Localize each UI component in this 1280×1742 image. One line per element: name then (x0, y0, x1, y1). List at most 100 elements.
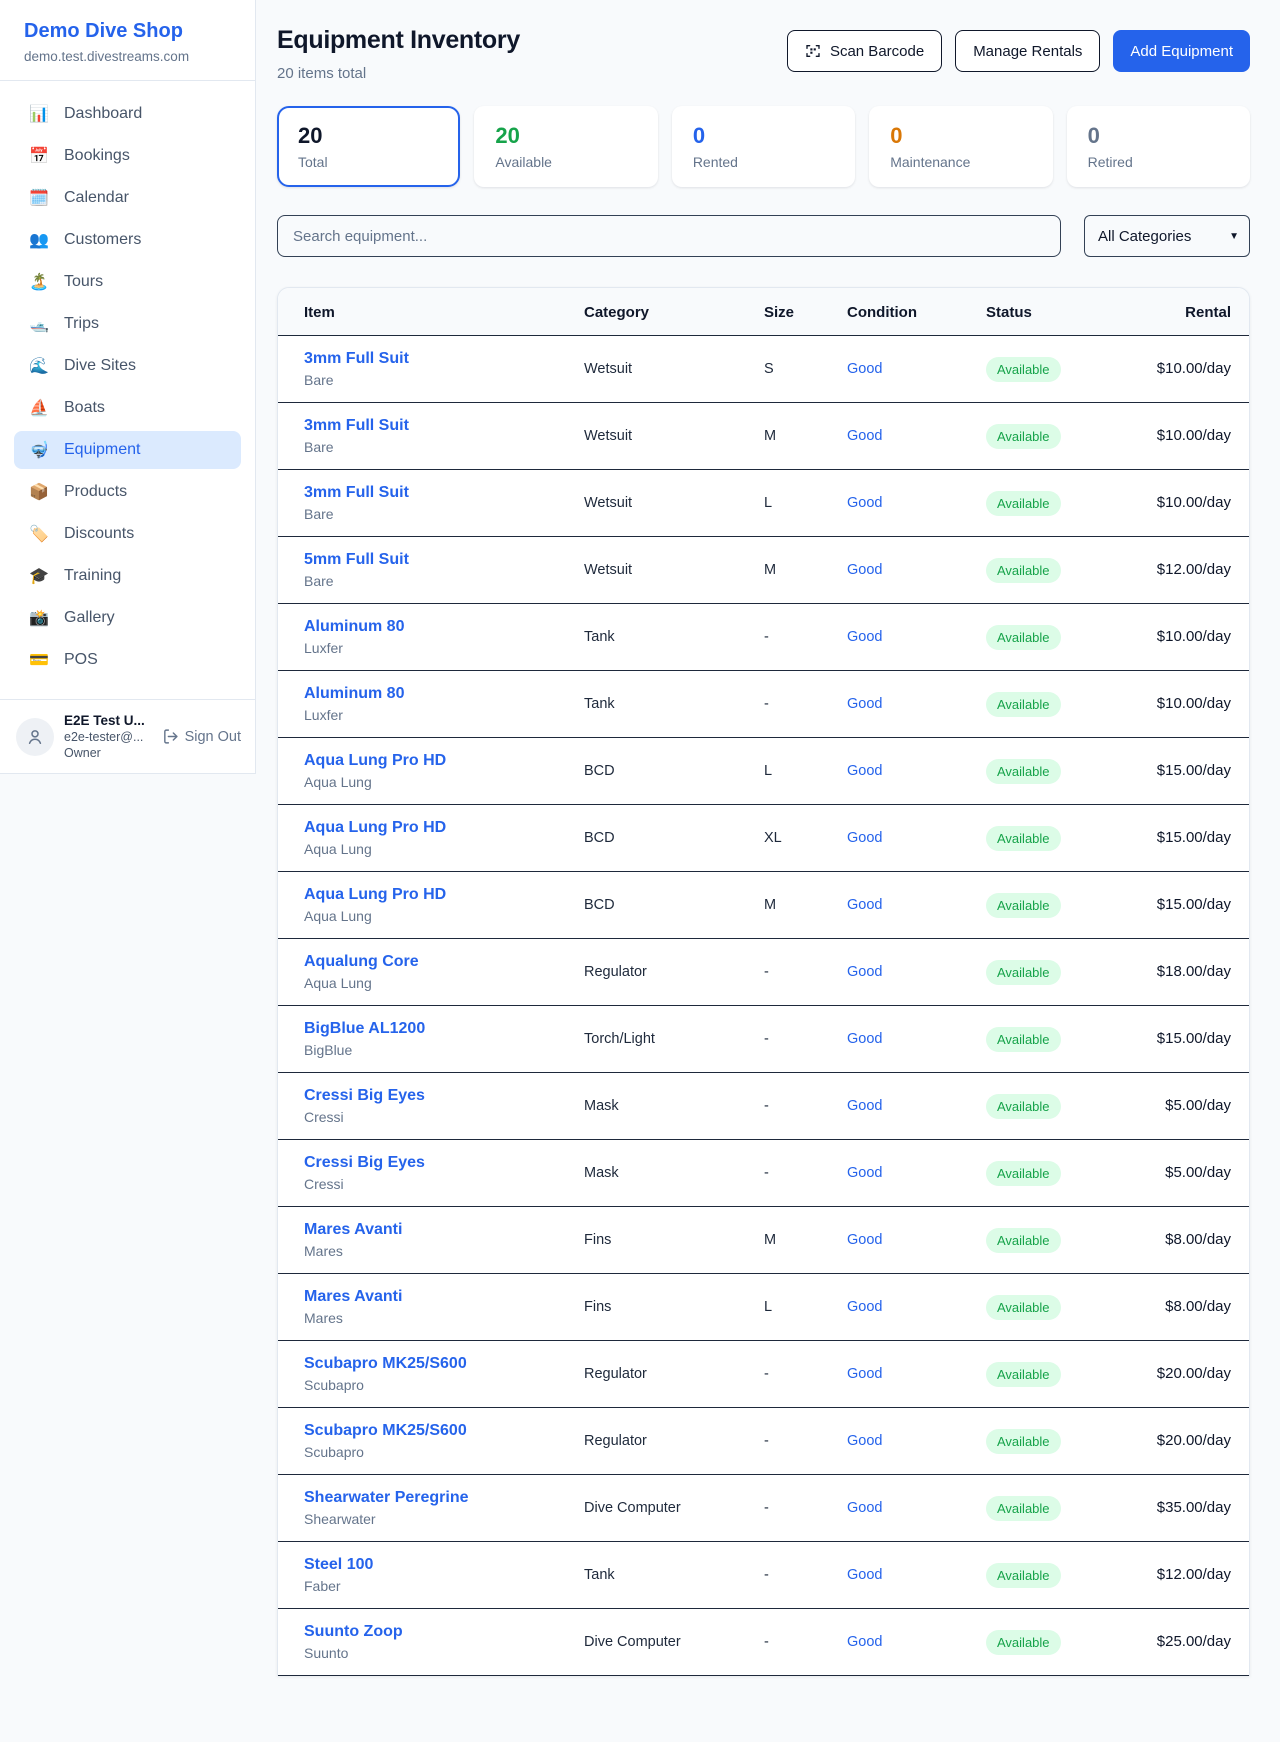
sidebar-item-dashboard[interactable]: 📊 Dashboard (14, 95, 241, 133)
item-rental-price: $25.00/day (1157, 1633, 1231, 1650)
sidebar-item-calendar[interactable]: 🗓️ Calendar (14, 179, 241, 217)
header-actions: Scan Barcode Manage Rentals Add Equipmen… (787, 30, 1250, 72)
user-name: E2E Test U... (64, 713, 145, 728)
item-name-link[interactable]: Mares Avanti (304, 1288, 584, 1306)
spiral-calendar-icon: 🗓️ (28, 190, 50, 206)
table-row: Aluminum 80 Luxfer Tank - Good Available… (278, 671, 1249, 738)
sailboat-icon: ⛵ (28, 400, 50, 416)
item-brand: Cressi (304, 1109, 584, 1125)
status-badge: Available (986, 625, 1061, 650)
item-name-link[interactable]: 3mm Full Suit (304, 417, 584, 435)
sidebar-item-dive-sites[interactable]: 🌊 Dive Sites (14, 347, 241, 385)
sidebar-item-customers[interactable]: 👥 Customers (14, 221, 241, 259)
sidebar-item-products[interactable]: 📦 Products (14, 473, 241, 511)
item-condition-link[interactable]: Good (847, 1098, 882, 1114)
item-name-link[interactable]: 3mm Full Suit (304, 484, 584, 502)
status-badge: Available (986, 1161, 1061, 1186)
bar-chart-icon: 📊 (28, 106, 50, 122)
sidebar-item-bookings[interactable]: 📅 Bookings (14, 137, 241, 175)
item-condition-link[interactable]: Good (847, 629, 882, 645)
item-condition-link[interactable]: Good (847, 428, 882, 444)
item-brand: BigBlue (304, 1042, 584, 1058)
item-condition-link[interactable]: Good (847, 1567, 882, 1583)
item-name-link[interactable]: Suunto Zoop (304, 1623, 584, 1641)
item-name-link[interactable]: BigBlue AL1200 (304, 1020, 584, 1038)
table-row: 3mm Full Suit Bare Wetsuit L Good Availa… (278, 470, 1249, 537)
table-row: Suunto Zoop Suunto Dive Computer - Good … (278, 1609, 1249, 1676)
item-name-link[interactable]: 3mm Full Suit (304, 350, 584, 368)
item-condition-link[interactable]: Good (847, 1031, 882, 1047)
stat-card-maintenance[interactable]: 0 Maintenance (869, 106, 1052, 187)
item-condition-link[interactable]: Good (847, 964, 882, 980)
item-name-link[interactable]: Aqua Lung Pro HD (304, 819, 584, 837)
scan-barcode-button[interactable]: Scan Barcode (787, 30, 942, 72)
item-size: M (764, 428, 776, 444)
item-condition-link[interactable]: Good (847, 361, 882, 377)
app-layout: Demo Dive Shop demo.test.divestreams.com… (0, 0, 1280, 1676)
item-condition-link[interactable]: Good (847, 696, 882, 712)
add-equipment-button[interactable]: Add Equipment (1113, 30, 1250, 72)
sidebar-item-training[interactable]: 🎓 Training (14, 557, 241, 595)
item-name-link[interactable]: Shearwater Peregrine (304, 1489, 584, 1507)
item-category: Tank (584, 696, 615, 712)
stat-label: Available (495, 154, 636, 170)
item-size: L (764, 763, 772, 779)
item-condition-link[interactable]: Good (847, 763, 882, 779)
status-badge: Available (986, 1630, 1061, 1655)
manage-rentals-button[interactable]: Manage Rentals (955, 30, 1100, 72)
item-condition-link[interactable]: Good (847, 1634, 882, 1650)
category-select[interactable]: All Categories ▼ (1084, 215, 1250, 257)
item-condition-link[interactable]: Good (847, 1232, 882, 1248)
sidebar-item-discounts[interactable]: 🏷️ Discounts (14, 515, 241, 553)
search-input[interactable] (277, 215, 1061, 257)
item-name-link[interactable]: Steel 100 (304, 1556, 584, 1574)
item-name-link[interactable]: Aluminum 80 (304, 685, 584, 703)
table-header-row: Item Category Size Condition Status Rent… (278, 288, 1249, 336)
item-name-link[interactable]: Aluminum 80 (304, 618, 584, 636)
sidebar-item-pos[interactable]: 💳 POS (14, 641, 241, 679)
item-category: Regulator (584, 1366, 647, 1382)
sidebar-item-gallery[interactable]: 📸 Gallery (14, 599, 241, 637)
status-badge: Available (986, 692, 1061, 717)
sidebar-item-tours[interactable]: 🏝️ Tours (14, 263, 241, 301)
item-condition-link[interactable]: Good (847, 495, 882, 511)
sidebar-item-trips[interactable]: 🛥️ Trips (14, 305, 241, 343)
item-condition-link[interactable]: Good (847, 897, 882, 913)
table-row: Aluminum 80 Luxfer Tank - Good Available… (278, 604, 1249, 671)
sidebar-nav: 📊 Dashboard 📅 Bookings 🗓️ Calendar 👥 Cus… (0, 81, 255, 699)
sign-out-button[interactable]: Sign Out (162, 728, 241, 745)
item-name-link[interactable]: Aqualung Core (304, 953, 584, 971)
item-name-link[interactable]: Scubapro MK25/S600 (304, 1355, 584, 1373)
stat-card-available[interactable]: 20 Available (474, 106, 657, 187)
item-condition-link[interactable]: Good (847, 1165, 882, 1181)
table-row: Scubapro MK25/S600 Scubapro Regulator - … (278, 1341, 1249, 1408)
item-name-link[interactable]: 5mm Full Suit (304, 551, 584, 569)
item-category: Fins (584, 1299, 611, 1315)
item-brand: Bare (304, 506, 584, 522)
item-condition-link[interactable]: Good (847, 562, 882, 578)
item-name-link[interactable]: Scubapro MK25/S600 (304, 1422, 584, 1440)
item-name-link[interactable]: Mares Avanti (304, 1221, 584, 1239)
table-row: Mares Avanti Mares Fins M Good Available… (278, 1207, 1249, 1274)
stat-card-total[interactable]: 20 Total (277, 106, 460, 187)
item-name-link[interactable]: Cressi Big Eyes (304, 1154, 584, 1172)
sidebar-item-equipment[interactable]: 🤿 Equipment (14, 431, 241, 469)
sidebar-item-boats[interactable]: ⛵ Boats (14, 389, 241, 427)
package-icon: 📦 (28, 484, 50, 500)
item-condition-link[interactable]: Good (847, 830, 882, 846)
item-condition-link[interactable]: Good (847, 1433, 882, 1449)
stat-card-rented[interactable]: 0 Rented (672, 106, 855, 187)
item-condition-link[interactable]: Good (847, 1299, 882, 1315)
item-category: Mask (584, 1098, 619, 1114)
item-condition-link[interactable]: Good (847, 1500, 882, 1516)
item-brand: Mares (304, 1310, 584, 1326)
item-brand: Bare (304, 573, 584, 589)
column-header-size: Size (764, 288, 847, 336)
stat-card-retired[interactable]: 0 Retired (1067, 106, 1250, 187)
item-name-link[interactable]: Aqua Lung Pro HD (304, 886, 584, 904)
item-condition-link[interactable]: Good (847, 1366, 882, 1382)
item-name-link[interactable]: Cressi Big Eyes (304, 1087, 584, 1105)
item-name-link[interactable]: Aqua Lung Pro HD (304, 752, 584, 770)
item-brand: Bare (304, 439, 584, 455)
item-size: - (764, 1366, 769, 1382)
